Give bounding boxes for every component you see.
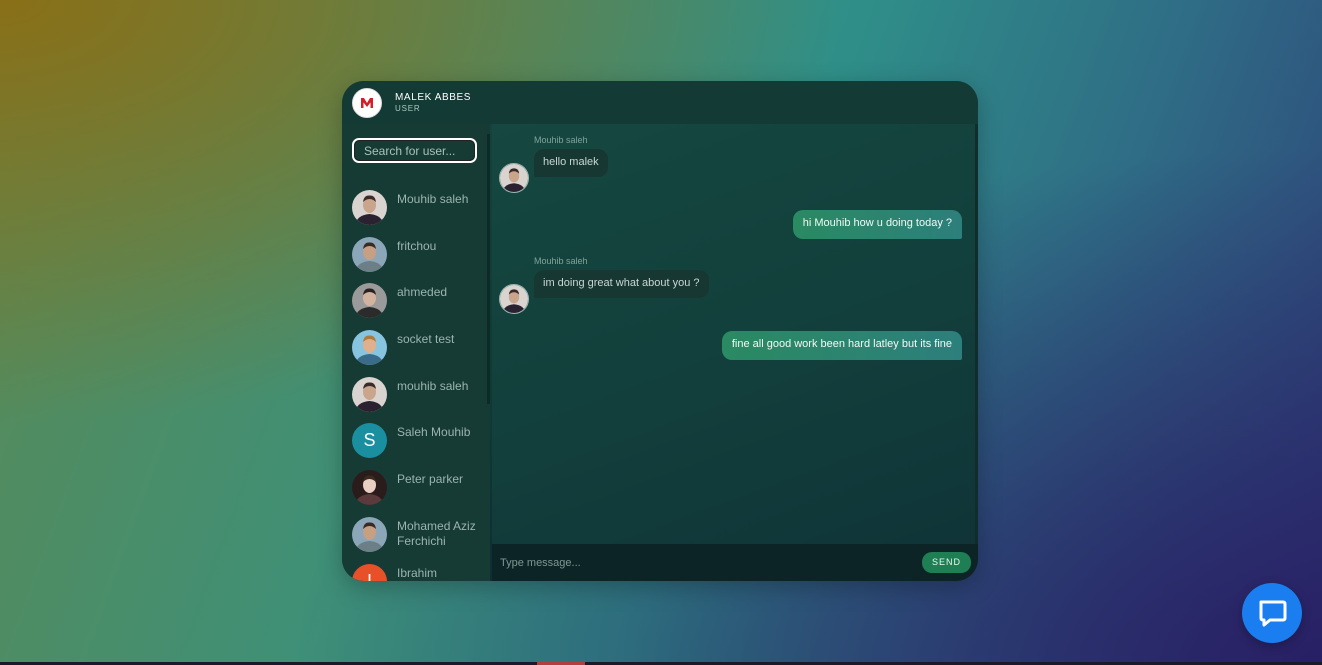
avatar-photo-icon — [500, 164, 528, 192]
user-list-item[interactable]: I Ibrahim — [342, 563, 490, 582]
user-avatar: I — [352, 563, 387, 582]
m-logo-icon — [361, 97, 373, 108]
user-name: mouhib saleh — [397, 378, 469, 393]
user-list-item[interactable]: S Saleh Mouhib — [342, 423, 490, 470]
current-user-role: USER — [395, 104, 421, 113]
chat-bubble-icon — [1259, 600, 1287, 627]
chat-header: MALEK ABBES USER — [342, 81, 978, 124]
user-avatar — [352, 376, 387, 412]
incoming-message-bubble: hello malek — [534, 149, 608, 177]
outgoing-message-bubble: hi Mouhib how u doing today ? — [792, 210, 962, 239]
chat-window: MALEK ABBES USER Mouhib saleh fritchou ahm… — [342, 81, 978, 581]
message-sender-name: Mouhib saleh — [534, 256, 588, 266]
user-avatar — [352, 330, 387, 366]
user-name: Mohamed Aziz Ferchichi — [397, 518, 476, 548]
user-avatar — [352, 470, 387, 506]
avatar-letter: I — [366, 570, 372, 582]
user-sidebar: Mouhib saleh fritchou ahmeded socket test mo… — [342, 124, 490, 581]
avatar-photo-icon — [352, 330, 387, 366]
message-area: Mouhib saleh hello malek hi Mouhib how u d… — [492, 124, 978, 544]
user-list-item[interactable]: ahmeded — [342, 283, 490, 330]
avatar-photo-icon — [352, 376, 387, 412]
avatar-photo-icon — [352, 190, 387, 225]
search-input[interactable] — [354, 140, 475, 161]
user-name: ahmeded — [397, 285, 448, 300]
user-name: Mouhib saleh — [397, 192, 469, 206]
send-button[interactable]: SEND — [921, 552, 971, 573]
avatar-photo-icon — [352, 236, 387, 272]
user-avatar — [352, 236, 387, 272]
message-input[interactable] — [492, 556, 922, 569]
message-sender-avatar[interactable] — [499, 163, 529, 193]
user-avatar: S — [352, 423, 387, 459]
support-chat-button[interactable] — [1242, 583, 1302, 643]
user-avatar — [352, 283, 387, 319]
incoming-message-bubble: im doing great what about you ? — [534, 270, 709, 298]
user-name: socket test — [397, 332, 455, 347]
user-list-item[interactable]: Peter parker — [342, 470, 490, 517]
user-name: Peter parker — [397, 472, 464, 487]
user-list-item[interactable]: Mouhib saleh — [342, 190, 490, 237]
search-field — [352, 138, 477, 163]
message-sender-avatar[interactable] — [499, 284, 529, 314]
user-name: Ibrahim — [397, 565, 438, 580]
current-user-name: MALEK ABBES — [395, 92, 472, 103]
user-name: fritchou — [397, 238, 437, 253]
user-list: Mouhib saleh fritchou ahmeded socket test mo… — [342, 190, 490, 581]
user-avatar — [352, 516, 387, 552]
message-composer: SEND — [492, 544, 978, 581]
avatar-photo-icon — [500, 285, 528, 313]
avatar-photo-icon — [352, 283, 387, 319]
messages-scrollbar[interactable] — [975, 124, 978, 544]
user-list-item[interactable]: Mohamed Aziz Ferchichi — [342, 516, 490, 564]
user-avatar — [352, 190, 387, 225]
user-list-item[interactable]: fritchou — [342, 236, 490, 284]
message-sender-name: Mouhib saleh — [534, 135, 588, 145]
avatar-letter: S — [363, 430, 376, 451]
outgoing-message-bubble: fine all good work been hard latley but … — [721, 331, 962, 360]
avatar-photo-icon — [352, 470, 387, 506]
user-name: Saleh Mouhib — [397, 425, 471, 440]
avatar-photo-icon — [352, 516, 387, 552]
user-list-item[interactable]: mouhib saleh — [342, 376, 490, 424]
user-list-item[interactable]: socket test — [342, 330, 490, 377]
user-logo-avatar[interactable] — [352, 87, 382, 118]
